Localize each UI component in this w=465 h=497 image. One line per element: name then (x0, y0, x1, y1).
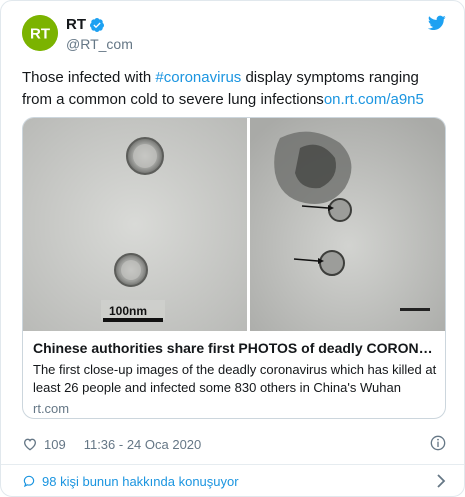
heart-icon[interactable] (22, 436, 38, 452)
svg-text:RT: RT (30, 26, 50, 43)
tweet-embed: RT RT @RT_com Those infected with #coron… (0, 0, 465, 497)
virus-micrograph-left (23, 118, 247, 331)
conversation-link[interactable]: 98 kişi bunun hakkında konuşuyor (22, 471, 446, 491)
author-handle[interactable]: @RT_com (66, 35, 133, 53)
link-preview-card[interactable]: 100nm Chinese authorities share first PH… (22, 117, 446, 419)
card-image-right (250, 118, 445, 331)
tweet-text-start: Those infected with (22, 69, 156, 86)
divider (1, 464, 464, 465)
tweet-text: Those infected with #coronavirus display… (22, 67, 447, 111)
tweet-url-link[interactable]: on.rt.com/a9n5 (324, 91, 424, 108)
conversation-text[interactable]: 98 kişi bunun hakkında konuşuyor (42, 474, 239, 489)
card-domain: rt.com (33, 401, 70, 416)
card-image-left: 100nm (23, 118, 247, 331)
tweet-header: RT RT @RT_com (22, 15, 446, 55)
comment-bubble-icon (23, 475, 35, 488)
card-description: The first close-up images of the deadly … (33, 362, 437, 395)
chevron-right-icon[interactable] (436, 474, 446, 488)
hashtag-link[interactable]: #coronavirus (155, 69, 241, 86)
author-names: RT @RT_com (66, 16, 133, 53)
virus-micrograph-right (250, 118, 445, 331)
tweet-timestamp[interactable]: 11:36 - 24 Oca 2020 (84, 437, 202, 452)
like-count[interactable]: 109 (44, 437, 66, 452)
card-images: 100nm (23, 118, 445, 331)
verified-badge-icon (89, 18, 104, 32)
author-display-name[interactable]: RT (66, 16, 86, 34)
twitter-bird-icon[interactable] (428, 15, 446, 31)
scale-bar-label: 100nm (109, 304, 148, 318)
tweet-meta: 109 11:36 - 24 Oca 2020 (22, 433, 446, 455)
card-title[interactable]: Chinese authorities share first PHOTOS o… (33, 339, 437, 358)
card-body: Chinese authorities share first PHOTOS o… (33, 339, 437, 418)
avatar[interactable]: RT (22, 15, 58, 51)
info-icon[interactable] (430, 435, 446, 451)
rt-logo-icon: RT (22, 15, 58, 51)
